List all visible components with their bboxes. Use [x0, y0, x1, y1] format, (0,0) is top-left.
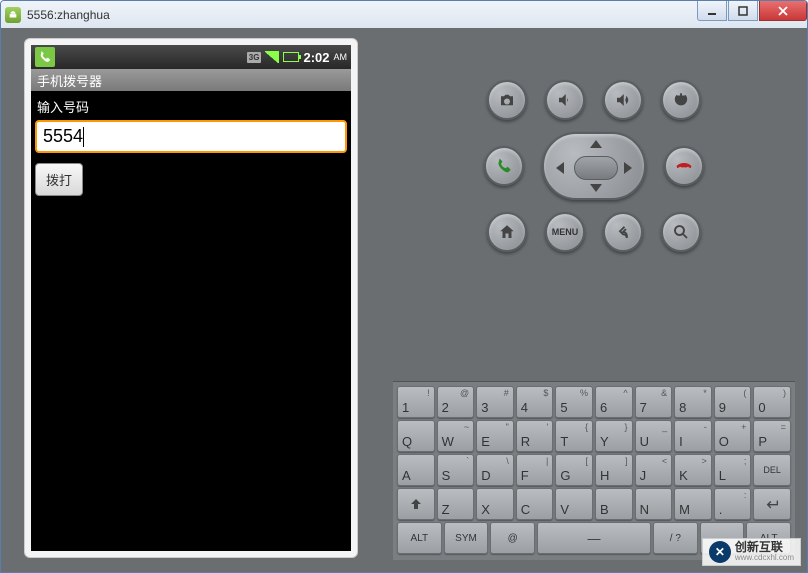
key-u[interactable]: U_ — [635, 420, 673, 452]
volume-up-button[interactable] — [603, 80, 643, 120]
window-titlebar: 5556:zhanghua — [1, 1, 807, 28]
kb-row-3: AS`D\F|G[H]J<K>L;DEL — [397, 454, 791, 486]
key-b[interactable]: B — [595, 488, 633, 520]
volume-down-button[interactable] — [545, 80, 585, 120]
android-icon — [5, 7, 21, 23]
emulator-window: 5556:zhanghua 3G — [0, 0, 808, 573]
key-g[interactable]: G[ — [555, 454, 593, 486]
key-f[interactable]: F| — [516, 454, 554, 486]
key-h[interactable]: H] — [595, 454, 633, 486]
key-6[interactable]: 6^ — [595, 386, 633, 418]
home-button[interactable] — [487, 212, 527, 252]
dial-button[interactable]: 拨打 — [35, 163, 83, 196]
key-9[interactable]: 9( — [714, 386, 752, 418]
key-enter[interactable] — [753, 488, 791, 520]
key-sym[interactable]: SYM — [444, 522, 489, 554]
key-p[interactable]: P= — [753, 420, 791, 452]
key-space[interactable]: — — [537, 522, 651, 554]
key-1[interactable]: 1! — [397, 386, 435, 418]
emulator-content: 3G 2:02 AM 手机拨号器 输入号码 5554 — [1, 28, 807, 572]
kb-row-2: QW~E"R'T{Y}U_I-O+P= — [397, 420, 791, 452]
key-0[interactable]: 0) — [753, 386, 791, 418]
window-title: 5556:zhanghua — [27, 8, 110, 22]
dpad-down[interactable] — [590, 184, 602, 192]
key-2[interactable]: 2@ — [437, 386, 475, 418]
maximize-button[interactable] — [728, 1, 758, 21]
key-o[interactable]: O+ — [714, 420, 752, 452]
app-body: 输入号码 5554 拨打 — [31, 91, 351, 200]
watermark-url: www.cdcxhl.com — [735, 554, 794, 563]
hardware-keyboard: 1!2@3#4$5%6^7&8*9(0) QW~E"R'T{Y}U_I-O+P=… — [393, 381, 795, 560]
end-call-button[interactable] — [664, 146, 704, 186]
key-n[interactable]: N — [635, 488, 673, 520]
dpad-center[interactable] — [574, 156, 618, 180]
key-7[interactable]: 7& — [635, 386, 673, 418]
text-cursor — [83, 127, 84, 147]
network-icon: 3G — [247, 52, 262, 63]
key-k[interactable]: K> — [674, 454, 712, 486]
phone-icon — [35, 47, 55, 67]
key-d[interactable]: D\ — [476, 454, 514, 486]
key-i[interactable]: I- — [674, 420, 712, 452]
dpad — [542, 132, 646, 200]
device-panel: 3G 2:02 AM 手机拨号器 输入号码 5554 — [1, 28, 381, 572]
call-button[interactable] — [484, 146, 524, 186]
android-statusbar: 3G 2:02 AM — [31, 45, 351, 69]
dpad-right[interactable] — [624, 162, 632, 174]
key-m[interactable]: M — [674, 488, 712, 520]
clock-time: 2:02 — [303, 50, 329, 65]
minimize-button[interactable] — [697, 1, 727, 21]
key-q[interactable]: Q — [397, 420, 435, 452]
power-button[interactable] — [661, 80, 701, 120]
key-8[interactable]: 8* — [674, 386, 712, 418]
key-.[interactable]: .: — [714, 488, 752, 520]
key-alt[interactable]: ALT — [397, 522, 442, 554]
phone-number-input[interactable]: 5554 — [35, 120, 347, 153]
camera-button[interactable] — [487, 80, 527, 120]
key-a[interactable]: A — [397, 454, 435, 486]
menu-button[interactable]: MENU — [545, 212, 585, 252]
key-t[interactable]: T{ — [555, 420, 593, 452]
key-at[interactable]: @ — [490, 522, 535, 554]
key-z[interactable]: Z — [437, 488, 475, 520]
input-value: 5554 — [43, 126, 83, 147]
key-5[interactable]: 5% — [555, 386, 593, 418]
dpad-up[interactable] — [590, 140, 602, 148]
key-3[interactable]: 3# — [476, 386, 514, 418]
key-v[interactable]: V — [555, 488, 593, 520]
app-title: 手机拨号器 — [31, 69, 351, 91]
key-y[interactable]: Y} — [595, 420, 633, 452]
close-button[interactable] — [759, 1, 807, 21]
kb-row-1: 1!2@3#4$5%6^7&8*9(0) — [397, 386, 791, 418]
key-j[interactable]: J< — [635, 454, 673, 486]
window-buttons — [696, 1, 807, 21]
signal-icon — [265, 51, 279, 63]
key-slash[interactable]: / ? — [653, 522, 698, 554]
search-button[interactable] — [661, 212, 701, 252]
key-4[interactable]: 4$ — [516, 386, 554, 418]
key-r[interactable]: R' — [516, 420, 554, 452]
clock-ampm: AM — [334, 52, 348, 62]
kb-row-4: ZXCVBNM.: — [397, 488, 791, 520]
key-w[interactable]: W~ — [437, 420, 475, 452]
back-button[interactable] — [603, 212, 643, 252]
key-shift[interactable] — [397, 488, 435, 520]
key-s[interactable]: S` — [437, 454, 475, 486]
watermark: ✕ 创新互联 www.cdcxhl.com — [702, 538, 801, 566]
key-l[interactable]: L; — [714, 454, 752, 486]
dpad-left[interactable] — [556, 162, 564, 174]
device-screen: 3G 2:02 AM 手机拨号器 输入号码 5554 — [31, 45, 351, 551]
battery-icon — [283, 52, 299, 62]
key-c[interactable]: C — [516, 488, 554, 520]
device-frame: 3G 2:02 AM 手机拨号器 输入号码 5554 — [24, 38, 358, 558]
hardware-controls: MENU — [393, 40, 795, 272]
watermark-logo: ✕ — [709, 541, 731, 563]
input-label: 输入号码 — [35, 95, 347, 120]
key-x[interactable]: X — [476, 488, 514, 520]
key-del[interactable]: DEL — [753, 454, 791, 486]
controls-panel: MENU 1!2@3#4$5%6^7&8*9(0) QW~E"R'T{Y}U_I… — [381, 28, 807, 572]
key-e[interactable]: E" — [476, 420, 514, 452]
